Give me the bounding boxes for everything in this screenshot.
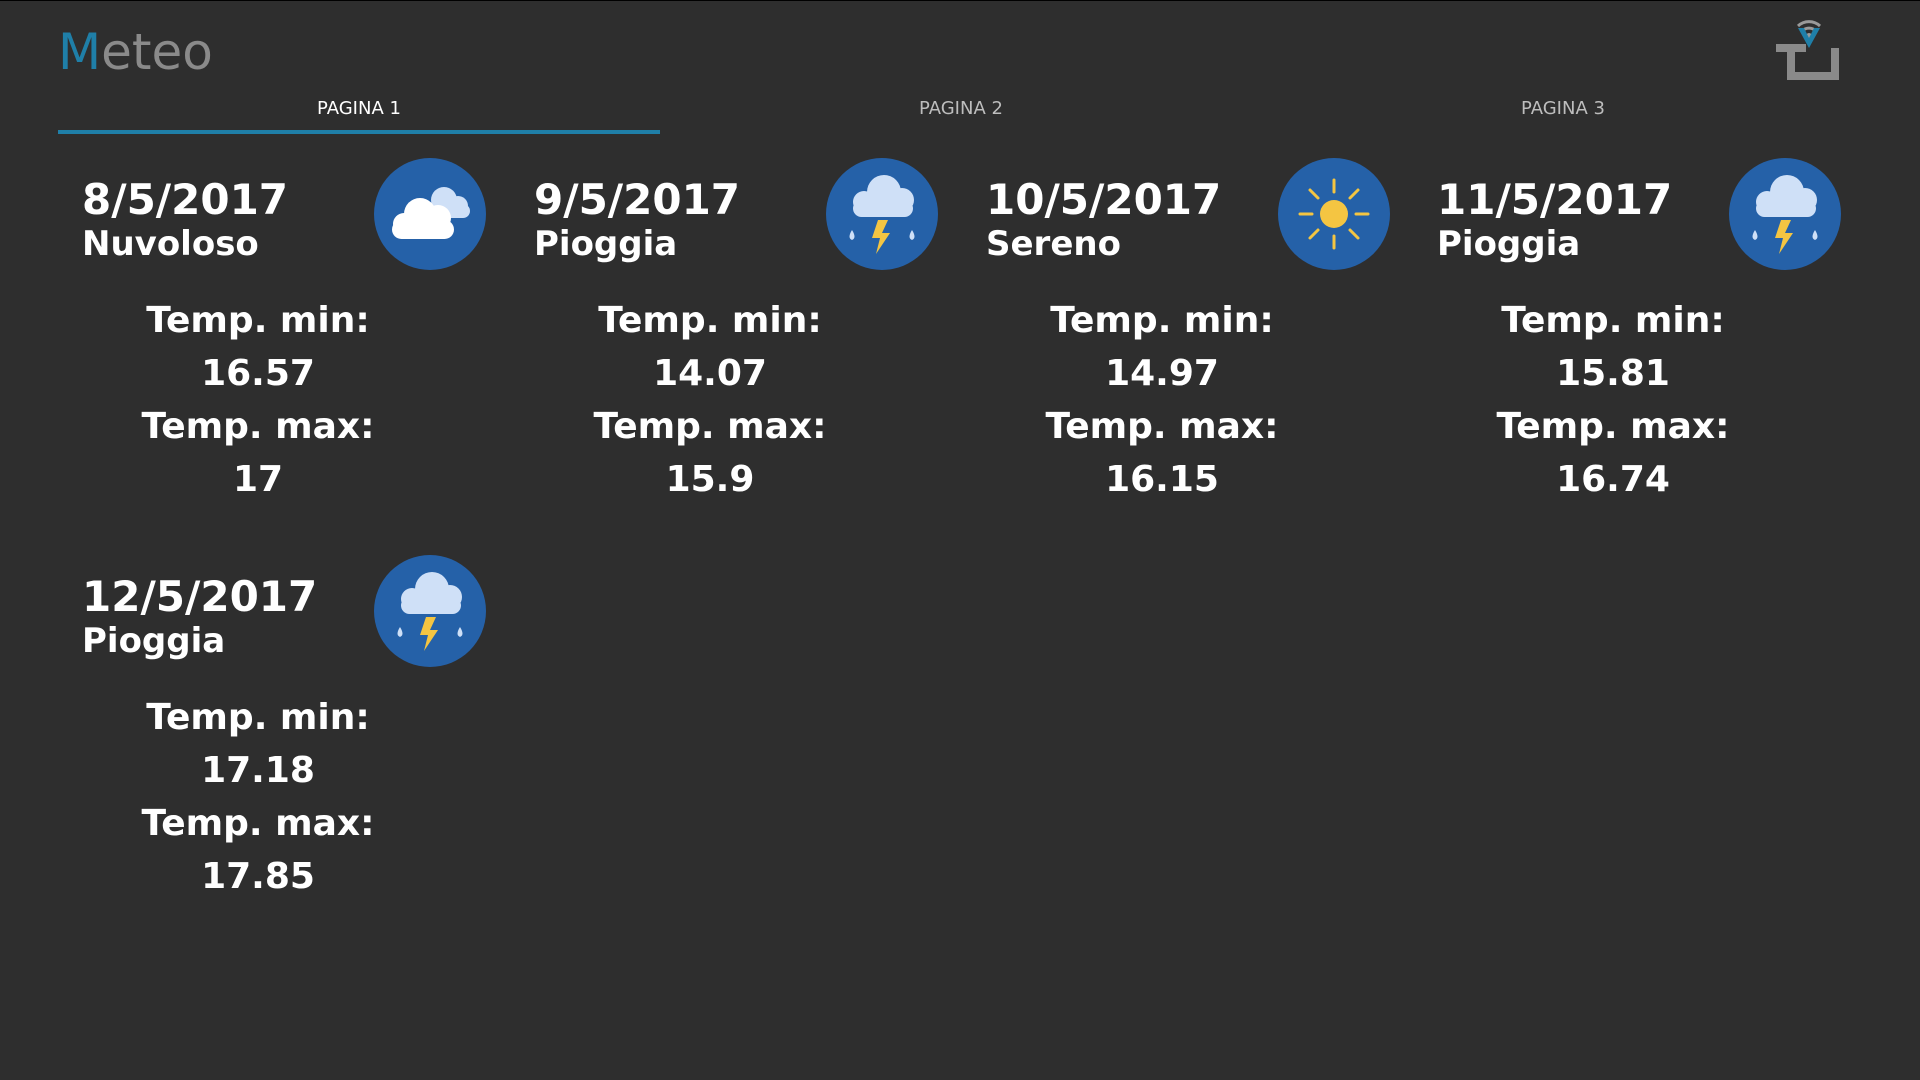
temperature-block: Temp. min: 16.57 Temp. max: 17 — [58, 294, 458, 506]
forecast-condition: Pioggia — [1437, 224, 1581, 264]
temp-max-value: 17.85 — [201, 856, 315, 897]
forecast-card: 8/5/2017 Nuvoloso Temp. min: 16.57 Temp.… — [58, 156, 486, 516]
temp-min-value: 17.18 — [201, 750, 315, 791]
rain-storm-icon — [1729, 158, 1841, 270]
forecast-condition: Pioggia — [82, 621, 226, 661]
forecast-date: 11/5/2017 — [1437, 175, 1673, 224]
temp-min-value: 15.81 — [1556, 353, 1670, 394]
tab-pagina-3[interactable]: PAGINA 3 — [1262, 92, 1864, 134]
temp-max-value: 16.15 — [1105, 459, 1219, 500]
active-tab-indicator — [58, 130, 660, 134]
temp-min-value: 14.07 — [653, 353, 767, 394]
tab-label: PAGINA 3 — [1521, 98, 1605, 119]
temp-max-value: 15.9 — [665, 459, 755, 500]
temperature-block: Temp. min: 17.18 Temp. max: 17.85 — [58, 691, 458, 903]
forecast-card: 12/5/2017 Pioggia Temp. min: 17.18 Temp.… — [58, 553, 486, 913]
temp-max-label: Temp. max: — [141, 406, 375, 447]
temp-max-value: 16.74 — [1556, 459, 1670, 500]
tv-logo-icon — [1776, 20, 1839, 80]
temperature-block: Temp. min: 14.97 Temp. max: 16.15 — [962, 294, 1362, 506]
temp-min-label: Temp. min: — [598, 300, 822, 341]
forecast-date: 10/5/2017 — [986, 175, 1222, 224]
temp-min-label: Temp. min: — [146, 300, 370, 341]
tab-label: PAGINA 2 — [919, 98, 1003, 119]
temp-max-value: 17 — [232, 459, 284, 500]
forecast-condition: Pioggia — [534, 224, 678, 264]
temp-min-label: Temp. min: — [146, 697, 370, 738]
rain-storm-icon — [826, 158, 938, 270]
app-title-rest: eteo — [101, 23, 213, 81]
forecast-condition: Nuvoloso — [82, 224, 259, 264]
sun-icon — [1278, 158, 1390, 270]
cloudy-icon — [374, 158, 486, 270]
temp-min-value: 16.57 — [201, 353, 315, 394]
forecast-date: 8/5/2017 — [82, 175, 289, 224]
temp-min-label: Temp. min: — [1501, 300, 1725, 341]
temperature-block: Temp. min: 14.07 Temp. max: 15.9 — [510, 294, 910, 506]
page-tabs: PAGINA 1 PAGINA 2 PAGINA 3 — [58, 92, 1864, 134]
forecast-date: 12/5/2017 — [82, 572, 318, 621]
app-title: Meteo — [58, 20, 213, 84]
temp-max-label: Temp. max: — [1496, 406, 1730, 447]
forecast-date: 9/5/2017 — [534, 175, 741, 224]
temp-min-label: Temp. min: — [1050, 300, 1274, 341]
tab-label: PAGINA 1 — [317, 98, 401, 119]
temp-min-value: 14.97 — [1105, 353, 1219, 394]
forecast-card: 9/5/2017 Pioggia Temp. min: 14.07 Temp. … — [510, 156, 938, 516]
forecast-card: 10/5/2017 Sereno Temp. min: 14.97 Temp. … — [962, 156, 1390, 516]
forecast-condition: Sereno — [986, 224, 1121, 264]
temp-max-label: Temp. max: — [141, 803, 375, 844]
forecast-card: 11/5/2017 Pioggia Temp. min: 15.81 Temp.… — [1413, 156, 1841, 516]
top-border — [0, 0, 1920, 1]
rain-storm-icon — [374, 555, 486, 667]
app-title-initial: M — [58, 23, 102, 81]
temperature-block: Temp. min: 15.81 Temp. max: 16.74 — [1413, 294, 1813, 506]
tab-pagina-2[interactable]: PAGINA 2 — [660, 92, 1262, 134]
temp-max-label: Temp. max: — [1045, 406, 1279, 447]
tab-pagina-1[interactable]: PAGINA 1 — [58, 92, 660, 134]
temp-max-label: Temp. max: — [593, 406, 827, 447]
